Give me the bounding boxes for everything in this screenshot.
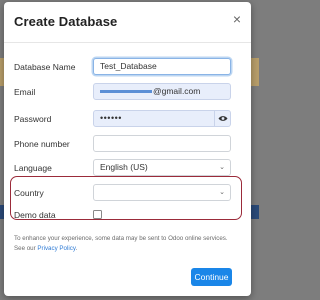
password-input[interactable]: •••••• <box>93 110 215 127</box>
continue-button[interactable]: Continue <box>191 268 232 286</box>
close-icon[interactable]: × <box>233 12 241 26</box>
privacy-policy-link[interactable]: Privacy Policy <box>37 245 75 252</box>
eye-icon[interactable] <box>215 110 231 127</box>
highlight-annotation <box>10 176 242 220</box>
email-label: Email <box>14 87 36 97</box>
dialog-title: Create Database <box>14 14 118 29</box>
email-input[interactable]: @gmail.com <box>93 83 231 100</box>
dialog-header: Create Database × <box>4 2 251 43</box>
language-label: Language <box>14 163 52 173</box>
privacy-note: To enhance your experience, some data ma… <box>14 234 240 254</box>
password-label: Password <box>14 114 52 124</box>
redacted-text <box>100 90 152 94</box>
database-name-label: Database Name <box>14 62 76 72</box>
phone-label: Phone number <box>14 139 70 149</box>
database-name-input[interactable]: Test_Database <box>93 58 231 75</box>
chevron-down-icon: ⌄ <box>219 164 225 171</box>
language-value: English (US) <box>100 162 148 172</box>
phone-input[interactable] <box>93 135 231 152</box>
email-domain: @gmail.com <box>153 86 201 96</box>
language-select[interactable]: English (US) ⌄ <box>93 159 231 176</box>
privacy-note-end: . <box>75 245 78 252</box>
create-database-dialog: Create Database × Database Name Test_Dat… <box>4 2 251 296</box>
password-masked-value: •••••• <box>100 113 122 123</box>
